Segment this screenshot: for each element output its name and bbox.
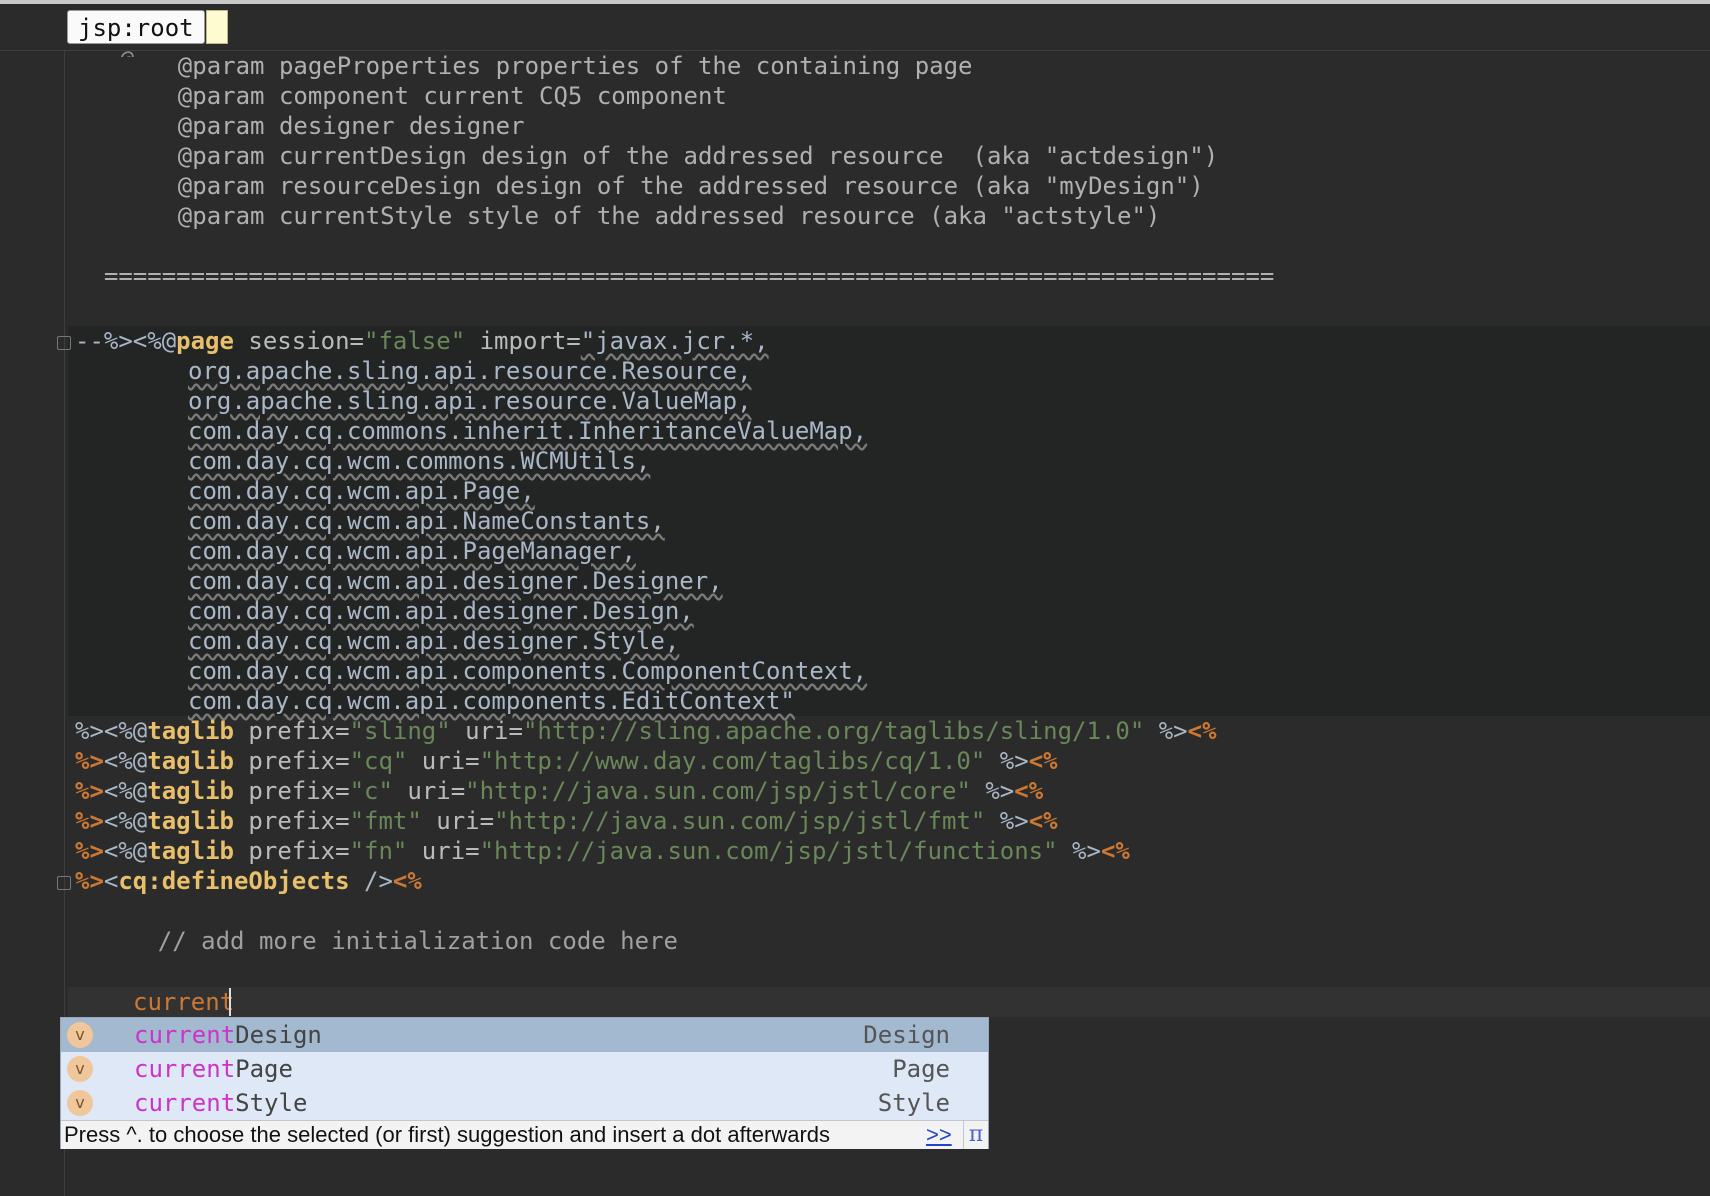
completion-hint-text: Press ^. to choose the selected (or firs… <box>64 1122 831 1147</box>
import-line: org.apache.sling.api.resource.Resource, <box>188 357 752 385</box>
comment-line: @param component current CQ5 component <box>120 82 727 110</box>
comment-line: @param currentDesign design of the addre… <box>120 142 1219 170</box>
define-objects-line: %><cq:defineObjects /><% <box>75 867 422 895</box>
completion-item-name: currentStyle <box>134 1089 308 1117</box>
import-line: com.day.cq.wcm.api.designer.Designer, <box>188 567 723 595</box>
import-line: com.day.cq.commons.inherit.InheritanceVa… <box>188 417 868 445</box>
comment-line: @param resourceDesign design of the addr… <box>120 172 1204 200</box>
breadcrumb-item-jsp-root[interactable]: jsp:root <box>67 10 205 44</box>
import-first: "javax.jcr.*, <box>580 327 769 355</box>
taglib-line-fn: %><%@taglib prefix="fn" uri="http://java… <box>75 837 1130 865</box>
comment-separator: ========================================… <box>75 262 1275 290</box>
completion-hint-bar: Press ^. to choose the selected (or firs… <box>61 1120 988 1149</box>
attr-session: session= <box>233 327 364 355</box>
breadcrumb-bar: jsp:root <box>0 4 1710 51</box>
completion-item-type: Page <box>892 1055 950 1083</box>
import-line: com.day.cq.wcm.api.Page, <box>188 477 535 505</box>
pin-icon[interactable]: π <box>963 1121 988 1149</box>
completion-item-currentpage[interactable]: v currentPage Page <box>61 1052 988 1086</box>
completion-item-type: Design <box>863 1021 950 1049</box>
more-hints-link[interactable]: >> <box>926 1121 952 1149</box>
import-line: com.day.cq.wcm.api.components.ComponentC… <box>188 657 868 685</box>
taglib-line-c: %><%@taglib prefix="c" uri="http://java.… <box>75 777 1044 805</box>
page-directive-line: --%><%@page session="false" import="java… <box>75 326 1710 356</box>
import-line: com.day.cq.wcm.api.PageManager, <box>188 537 636 565</box>
fold-marker-icon[interactable] <box>57 876 71 890</box>
initialization-comment: // add more initialization code here <box>100 927 678 955</box>
completion-popup[interactable]: v currentDesign Design v currentPage Pag… <box>60 1017 989 1149</box>
fold-marker-icon[interactable] <box>57 336 71 350</box>
text-caret <box>229 988 231 1016</box>
variable-icon: v <box>67 1056 93 1082</box>
completion-item-currentdesign[interactable]: v currentDesign Design <box>61 1018 988 1052</box>
directive-name: page <box>176 327 234 355</box>
variable-icon: v <box>67 1022 93 1048</box>
import-line: com.day.cq.wcm.api.NameConstants, <box>188 507 665 535</box>
import-line: com.day.cq.wcm.api.designer.Design, <box>188 597 694 625</box>
completion-item-name: currentDesign <box>134 1021 322 1049</box>
attr-import: import= <box>465 327 581 355</box>
taglib-line-fmt: %><%@taglib prefix="fmt" uri="http://jav… <box>75 807 1058 835</box>
import-line: org.apache.sling.api.resource.ValueMap, <box>188 387 752 415</box>
completion-item-currentstyle[interactable]: v currentStyle Style <box>61 1086 988 1120</box>
taglib-line-sling: %><%@taglib prefix="sling" uri="http://s… <box>75 717 1217 745</box>
directive-open: --%><%@ <box>75 327 177 355</box>
comment-line: @param designer designer <box>120 112 525 140</box>
comment-line: @param currentStyle style of the address… <box>120 202 1161 230</box>
taglib-line-cq: %><%@taglib prefix="cq" uri="http://www.… <box>75 747 1058 775</box>
variable-icon: v <box>67 1090 93 1116</box>
comment-line: @param pageProperties properties of the … <box>120 52 973 80</box>
attr-session-value: "false" <box>364 327 466 355</box>
completion-item-type: Style <box>877 1089 950 1117</box>
breadcrumb-end-marker[interactable] <box>206 10 228 44</box>
import-line: com.day.cq.wcm.api.components.EditContex… <box>188 687 795 715</box>
typed-identifier: current <box>133 988 235 1016</box>
import-line: com.day.cq.wcm.api.designer.Style, <box>188 627 680 655</box>
import-line: com.day.cq.wcm.commons.WCMUtils, <box>188 447 651 475</box>
completion-item-name: currentPage <box>134 1055 293 1083</box>
